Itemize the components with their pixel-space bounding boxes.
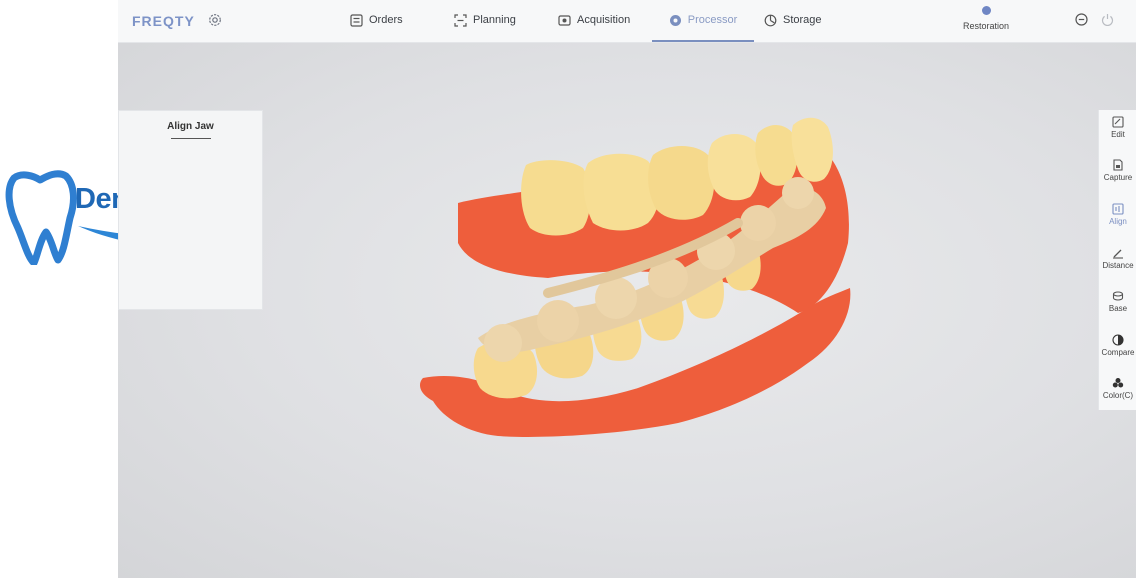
tool-capture[interactable]: Capture [1099, 159, 1136, 182]
tool-distance-label: Distance [1102, 261, 1134, 270]
restoration-icon [981, 6, 991, 15]
tooth-logo-icon [5, 170, 77, 265]
tool-align-label: Align [1109, 217, 1127, 226]
tool-color-label: Color(C) [1102, 391, 1134, 400]
top-navigation-bar: FREQTY Orders Planning Acquisition Proce… [118, 0, 1136, 43]
app-window: FREQTY Orders Planning Acquisition Proce… [118, 0, 1136, 578]
dental-3d-viewport[interactable] [118, 43, 1136, 578]
storage-icon [764, 14, 777, 26]
tab-processor[interactable]: Processor [652, 0, 754, 42]
compare-icon [1112, 334, 1124, 346]
tab-acquisition-label: Acquisition [577, 14, 631, 26]
tab-storage[interactable]: Storage [764, 0, 822, 40]
processor-icon [669, 14, 681, 26]
align-icon [1112, 203, 1124, 215]
tool-distance[interactable]: Distance [1099, 247, 1136, 270]
tab-orders[interactable]: Orders [350, 0, 403, 40]
power-icon[interactable] [1101, 13, 1114, 26]
planning-icon [454, 13, 467, 27]
acquisition-icon [558, 14, 571, 26]
tool-base-label: Base [1108, 304, 1128, 313]
minimize-icon[interactable] [1075, 13, 1088, 26]
tab-acquisition[interactable]: Acquisition [558, 0, 630, 40]
tool-edit-label: Edit [1111, 130, 1125, 139]
orders-icon [350, 13, 363, 27]
distance-icon [1113, 249, 1123, 259]
panel-title: Align Jaw [167, 121, 214, 132]
right-toolbar: Edit Capture Align Distance Base Compare… [1098, 110, 1136, 410]
tab-storage-label: Storage [783, 14, 822, 26]
edit-icon [1112, 116, 1124, 128]
tool-compare-label: Compare [1101, 348, 1135, 357]
tab-planning[interactable]: Planning [454, 0, 516, 40]
base-icon [1112, 291, 1124, 301]
restoration-button[interactable]: Restoration [956, 6, 1016, 31]
tool-compare[interactable]: Compare [1099, 334, 1136, 357]
tool-color[interactable]: Color(C) [1099, 377, 1136, 400]
align-jaw-panel: Align Jaw [118, 110, 263, 310]
tab-processor-label: Processor [687, 14, 738, 26]
color-icon [1112, 378, 1124, 388]
tool-edit[interactable]: Edit [1099, 116, 1136, 139]
settings-gear-icon[interactable] [208, 13, 222, 27]
panel-title-underline [171, 138, 211, 139]
tab-orders-label: Orders [369, 14, 403, 26]
tool-capture-label: Capture [1103, 173, 1133, 182]
capture-icon [1113, 159, 1123, 171]
tool-base[interactable]: Base [1099, 290, 1136, 313]
tool-align[interactable]: Align [1099, 203, 1136, 226]
tab-planning-label: Planning [473, 14, 516, 26]
restoration-label: Restoration [962, 21, 1010, 31]
app-brand: FREQTY [132, 13, 195, 29]
